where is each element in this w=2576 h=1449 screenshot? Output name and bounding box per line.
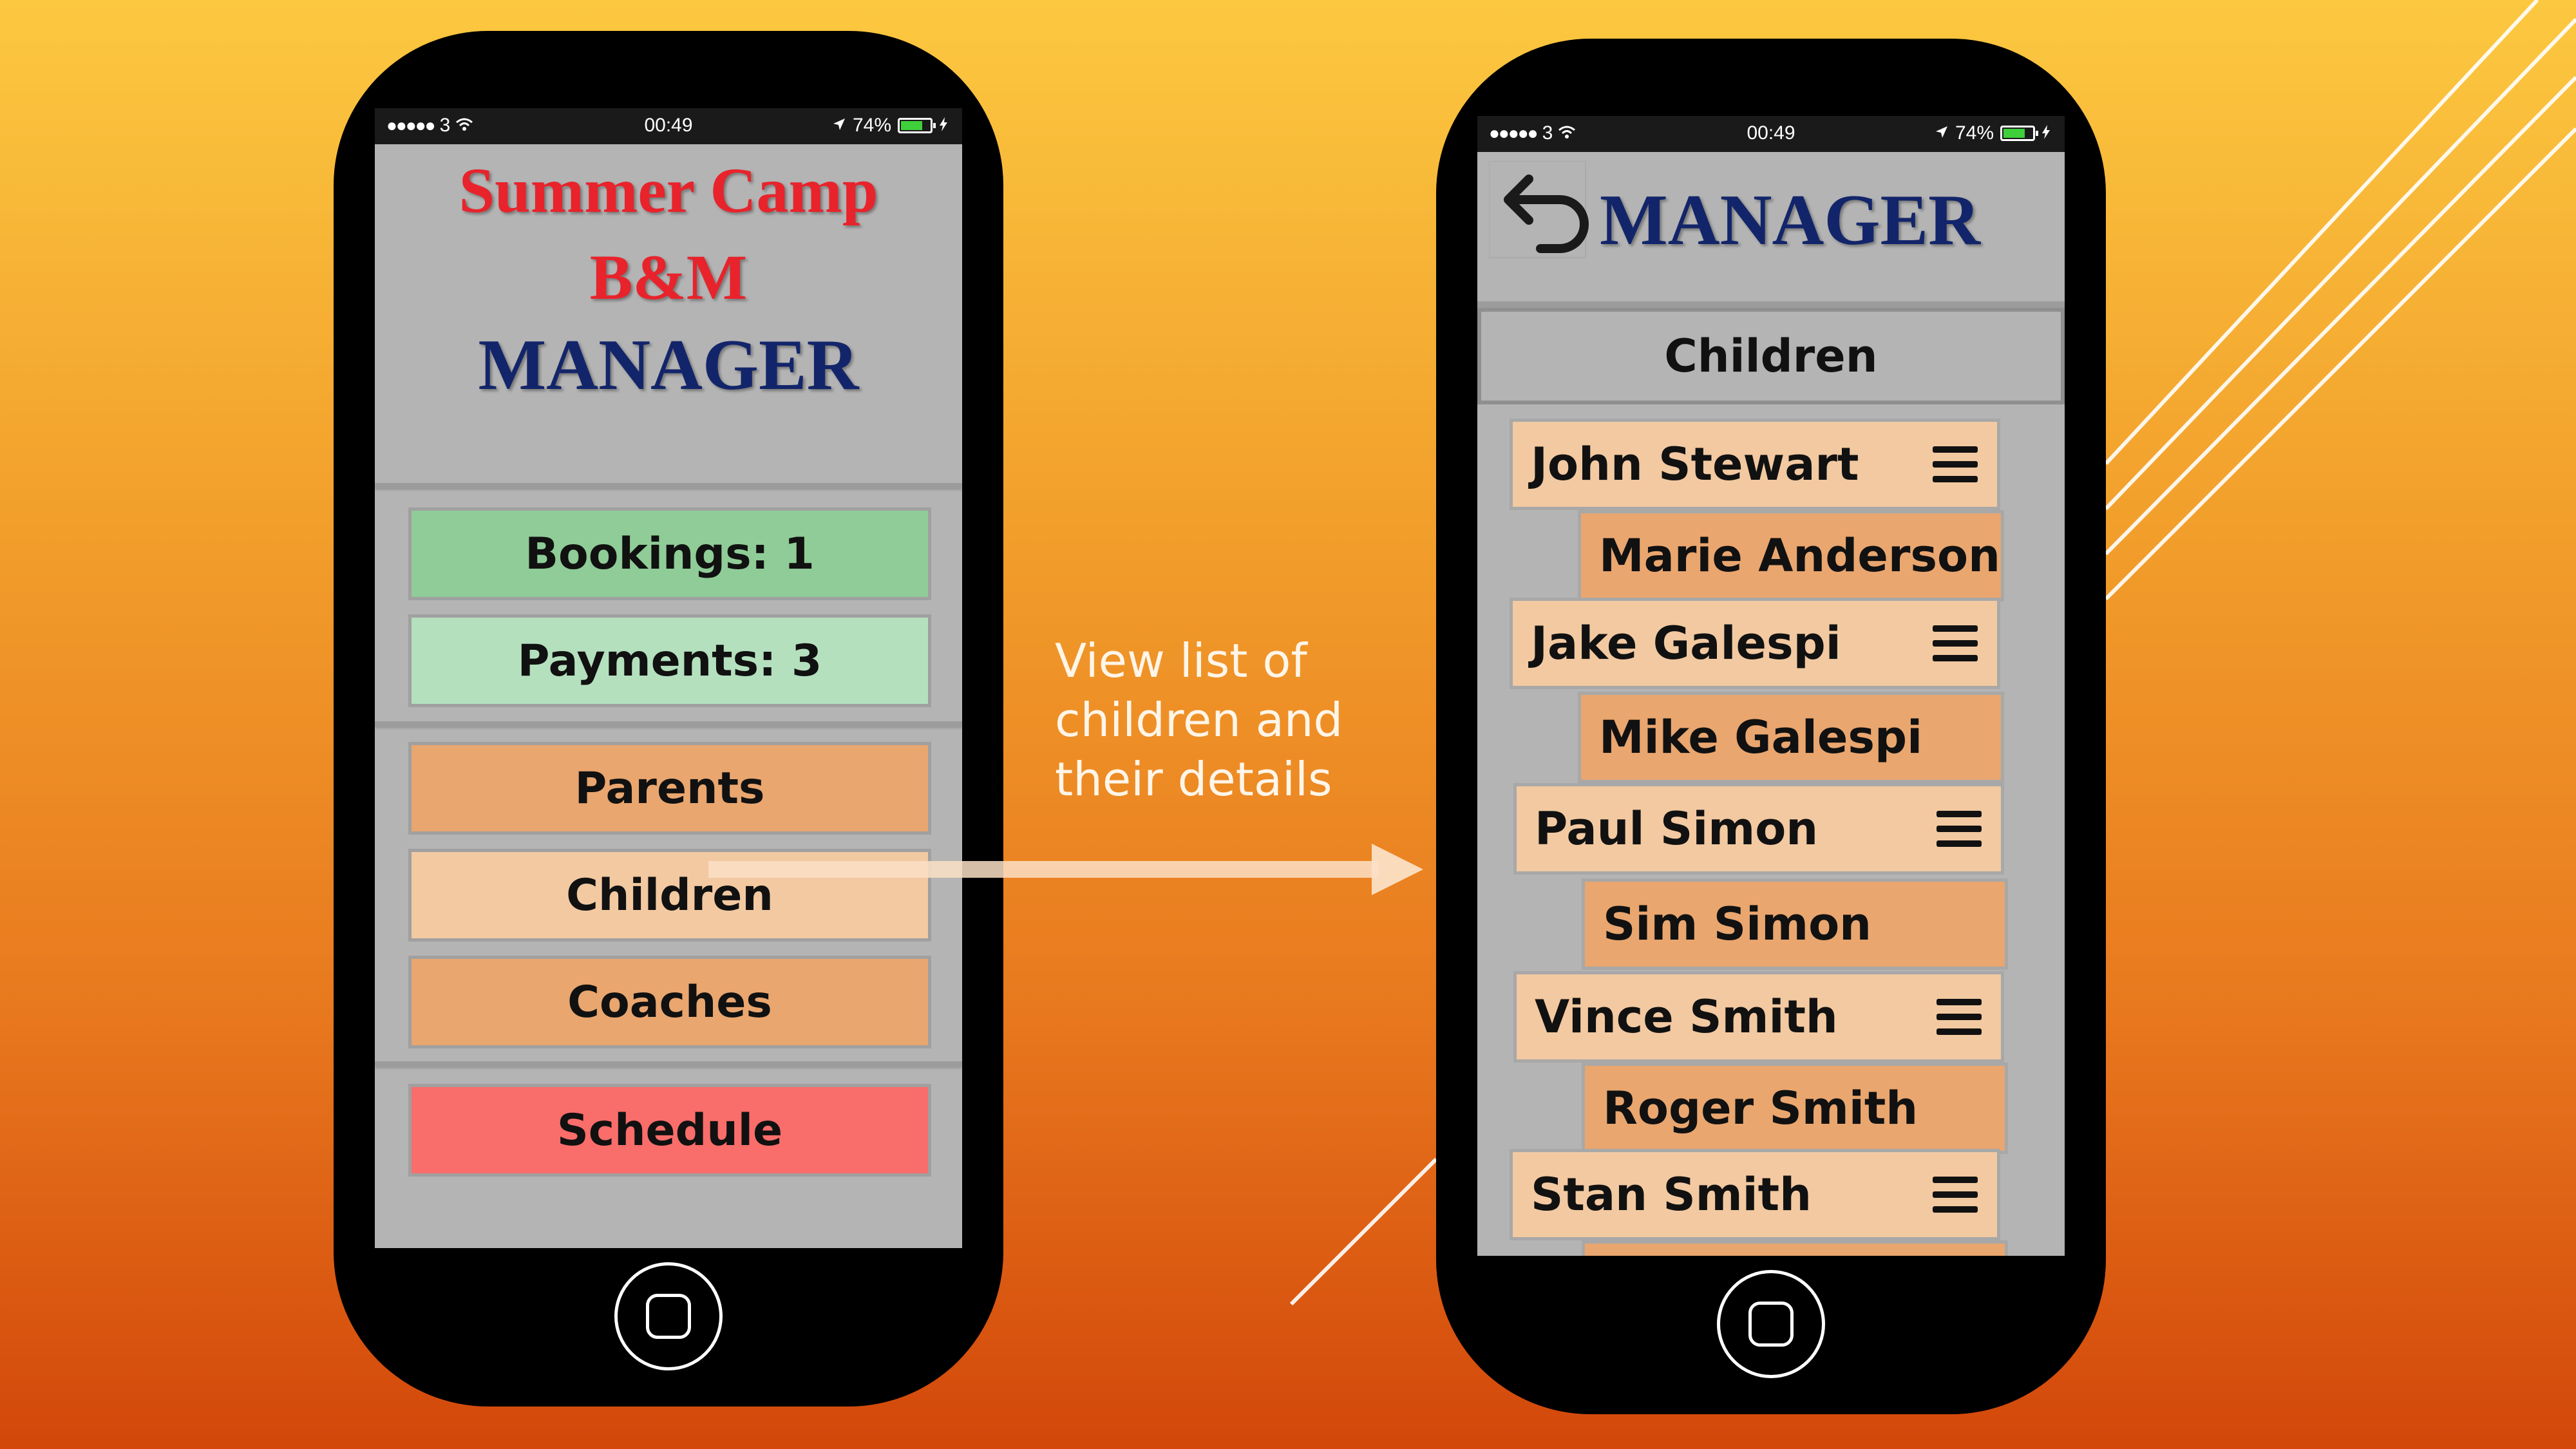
arrow-icon [708, 844, 1423, 895]
charging-icon [939, 115, 948, 137]
hamburger-menu-icon[interactable] [1933, 446, 1978, 482]
annotation-text: View list of children and their details [1055, 631, 1416, 809]
parent-row[interactable]: Sim Simon [1582, 878, 2008, 970]
child-row[interactable]: John Stewart [1510, 419, 2000, 510]
child-name: Stan Smith [1531, 1168, 1812, 1221]
phone-left: ●●●●● 3 00:49 74% Summer Camp B&M MANAGE… [334, 31, 1003, 1406]
home-screen: ●●●●● 3 00:49 74% Summer Camp B&M MANAGE… [375, 108, 962, 1248]
screen-title: MANAGER [1600, 180, 1981, 260]
parent-name: Marie Anderson [1599, 529, 2000, 582]
payments-button[interactable]: Payments: 3 [408, 614, 931, 707]
app-title-line1: Summer Camp [459, 155, 878, 226]
child-row[interactable]: Jake Galespi [1510, 598, 2000, 689]
location-arrow-icon [832, 115, 846, 137]
status-bar: ●●●●● 3 00:49 74% [1477, 116, 2065, 152]
battery-percent: 74% [1955, 122, 1994, 144]
hamburger-menu-icon[interactable] [1933, 1177, 1978, 1213]
divider [375, 483, 962, 488]
child-name: John Stewart [1531, 438, 1859, 491]
divider [375, 721, 962, 726]
child-name: Paul Simon [1535, 802, 1819, 855]
battery-percent: 74% [852, 115, 891, 136]
divider [1477, 301, 2065, 307]
child-name: Jake Galespi [1531, 617, 1841, 670]
home-button-icon[interactable] [1717, 1270, 1825, 1378]
coaches-button[interactable]: Coaches [408, 956, 931, 1048]
parent-name: Roger Smith [1603, 1082, 1918, 1135]
parent-name: Mike Galespi [1599, 711, 1923, 764]
parents-button[interactable]: Parents [408, 742, 931, 835]
child-name: Vince Smith [1535, 990, 1838, 1043]
parent-row[interactable]: Mike Galespi [1578, 692, 2004, 783]
child-row[interactable]: Paul Simon [1513, 783, 2004, 875]
annotation-line: View list of [1055, 634, 1307, 688]
battery-icon [2000, 126, 2038, 141]
parent-row[interactable]: Roger Smith [1582, 1063, 2008, 1154]
parent-name: Sim Simon [1603, 898, 1871, 951]
hamburger-menu-icon[interactable] [1937, 999, 1982, 1035]
undo-arrow-icon[interactable] [1489, 161, 1598, 270]
divider [375, 1061, 962, 1066]
battery-fill [901, 121, 922, 130]
home-button-icon[interactable] [614, 1262, 723, 1370]
child-row[interactable]: Stan Smith [1510, 1149, 2000, 1240]
charging-icon [2041, 122, 2050, 144]
app-title-line3: MANAGER [478, 325, 859, 405]
status-bar: ●●●●● 3 00:49 74% [375, 108, 962, 144]
location-arrow-icon [1935, 122, 1949, 144]
parent-row[interactable] [1582, 1240, 2008, 1256]
battery-fill [2003, 129, 2025, 138]
children-header: Children [1477, 308, 2065, 404]
annotation-line: children and [1055, 693, 1343, 747]
parent-row[interactable]: Marie Anderson [1578, 510, 2004, 601]
battery-icon [898, 118, 936, 133]
bookings-button[interactable]: Bookings: 1 [408, 507, 931, 600]
phone-right: ●●●●● 3 00:49 74% MANAGER Children John … [1436, 39, 2106, 1414]
hamburger-menu-icon[interactable] [1933, 625, 1978, 661]
schedule-button[interactable]: Schedule [408, 1084, 931, 1177]
annotation-line: their details [1055, 752, 1332, 806]
hamburger-menu-icon[interactable] [1937, 811, 1982, 847]
app-title-line2: B&M [589, 242, 748, 313]
children-screen: ●●●●● 3 00:49 74% MANAGER Children John … [1477, 116, 2065, 1256]
child-row[interactable]: Vince Smith [1513, 971, 2004, 1063]
